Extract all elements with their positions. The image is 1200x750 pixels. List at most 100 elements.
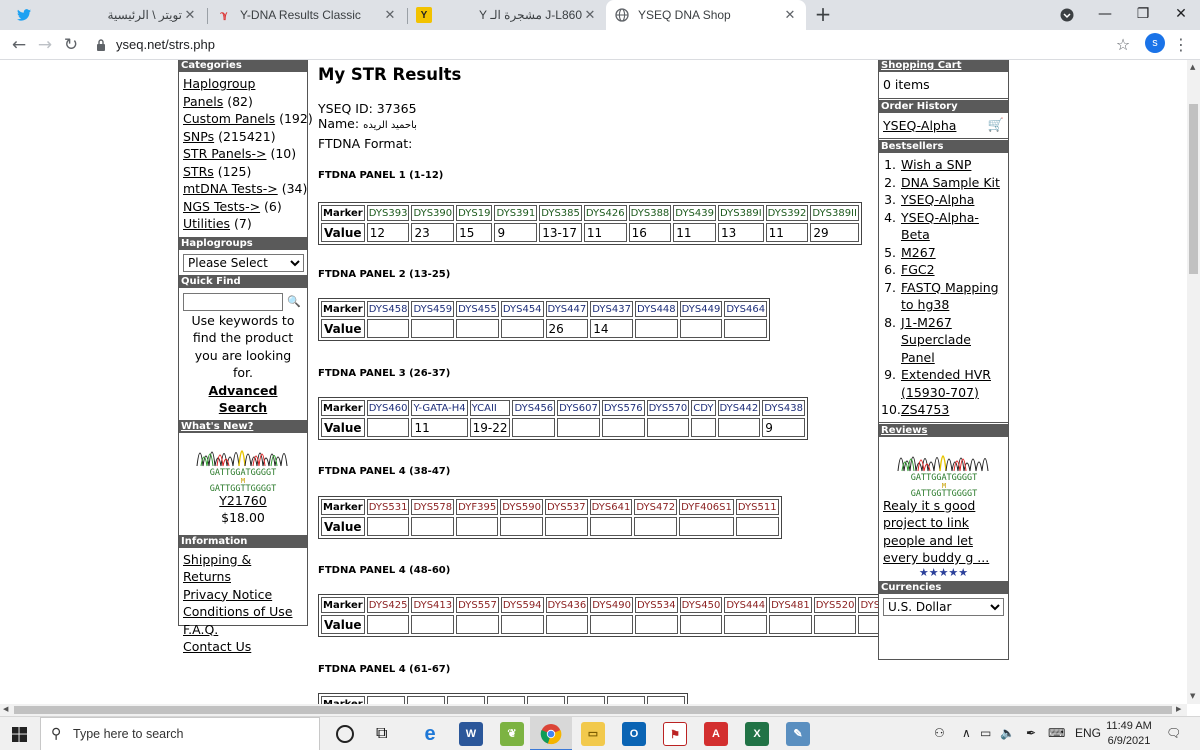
close-tab-icon[interactable]: ✕	[782, 7, 798, 23]
review-dna-image[interactable]: GATTGGATGGGGT M GATTGGTTGGGGT	[896, 441, 992, 497]
scroll-down-arrow-icon[interactable]: ▼	[1190, 692, 1195, 700]
word-icon[interactable]: W	[459, 722, 483, 746]
vertical-scroll-thumb[interactable]	[1189, 104, 1198, 274]
lock-icon[interactable]	[96, 39, 106, 51]
menu-dots-icon[interactable]: ⋮	[1170, 34, 1192, 56]
new-tab-plus-icon[interactable]: +	[812, 4, 834, 26]
close-tab-icon[interactable]: ✕	[182, 7, 198, 23]
minimize-icon[interactable]: —	[1086, 0, 1124, 30]
tab-yseq-shop[interactable]: YSEQ DNA Shop ✕	[606, 0, 806, 30]
taskbar-clock[interactable]: 11:49 AM 6/9/2021	[1098, 719, 1160, 749]
excel-icon[interactable]: X	[745, 722, 769, 746]
bookmark-star-icon[interactable]: ☆	[1112, 34, 1134, 56]
whats-new-product-link[interactable]: Y21760	[183, 492, 303, 510]
category-item[interactable]: Haplogroup	[183, 75, 303, 93]
review-text-link[interactable]: Realy it s good project to link people a…	[883, 497, 1004, 567]
bestseller-item[interactable]: 6. FGC2	[881, 261, 1004, 279]
network-icon[interactable]: ▭	[980, 726, 991, 740]
info-link-faq[interactable]: F.A.Q.	[183, 621, 303, 639]
notifications-icon[interactable]: 🗨	[1166, 726, 1181, 740]
category-item[interactable]: Utilities (7)	[183, 215, 303, 233]
order-history-item[interactable]: YSEQ-Alpha	[883, 117, 956, 135]
bestseller-link[interactable]: Extended HVR (15930-707)	[901, 366, 1004, 401]
horizontal-scroll-thumb[interactable]	[14, 706, 1172, 714]
app-note-icon[interactable]: ✎	[786, 722, 810, 746]
tab-twitter[interactable]: تويتر \ الرئيسية ✕	[8, 0, 206, 30]
app-leaf-icon[interactable]: ❦	[500, 722, 524, 746]
horizontal-scrollbar[interactable]: ◀ ▶	[0, 704, 1187, 716]
category-item[interactable]: SNPs (215421)	[183, 128, 303, 146]
bestseller-item[interactable]: 10. ZS4753	[881, 401, 1004, 419]
haplogroup-select[interactable]: Please Select	[183, 253, 304, 272]
outlook-icon[interactable]: O	[622, 722, 646, 746]
show-hidden-icons-chevron-up-icon[interactable]: ∧	[962, 726, 971, 740]
category-item[interactable]: Custom Panels (192)	[183, 110, 313, 128]
info-link-shipping[interactable]: Shipping & Returns	[183, 551, 303, 586]
quickfind-input[interactable]	[183, 292, 283, 311]
edge-icon[interactable]: e	[418, 722, 442, 746]
bestseller-link[interactable]: Wish a SNP	[901, 156, 971, 174]
bestseller-link[interactable]: ZS4753	[901, 401, 949, 419]
close-window-icon[interactable]: ✕	[1162, 0, 1200, 30]
reviews-header[interactable]: Reviews	[879, 423, 1008, 437]
bestseller-link[interactable]: YSEQ-Alpha-Beta	[901, 209, 1004, 244]
category-item[interactable]: STR Panels-> (10)	[183, 145, 303, 163]
bestseller-item[interactable]: 8. J1-M267 Superclade Panel	[881, 314, 1004, 367]
profile-avatar[interactable]: s	[1145, 33, 1165, 53]
tab-ydna-results[interactable]: ℽ Y-DNA Results Classic ✕	[208, 0, 406, 30]
back-icon[interactable]: ←	[8, 34, 30, 56]
bestseller-item[interactable]: 5. M267	[881, 244, 1004, 262]
scroll-right-arrow-icon[interactable]: ▶	[1176, 705, 1181, 713]
category-item[interactable]: mtDNA Tests-> (34)	[183, 180, 307, 198]
marker-cell: DYS454	[500, 301, 544, 317]
category-item[interactable]: NGS Tests-> (6)	[183, 198, 303, 216]
address-bar[interactable]: yseq.net/strs.php	[116, 35, 215, 55]
bestseller-link[interactable]: DNA Sample Kit	[901, 174, 1000, 192]
info-link-conditions[interactable]: Conditions of Use	[183, 603, 303, 621]
dna-chromatogram-image[interactable]: GATTGGATGGGGT M GATTGGTTGGGGT	[195, 436, 291, 492]
bestseller-link[interactable]: J1-M267 Superclade Panel	[901, 314, 1004, 367]
taskbar-search-box[interactable]: ⚲ Type here to search	[40, 717, 320, 750]
category-item[interactable]: Panels (82)	[183, 93, 303, 111]
reorder-icon[interactable]: 🛒	[988, 117, 1004, 135]
pdf-reader-icon[interactable]: A	[704, 722, 728, 746]
bestseller-item[interactable]: 4. YSEQ-Alpha-Beta	[881, 209, 1004, 244]
cart-header[interactable]: Shopping Cart	[879, 60, 1008, 72]
volume-icon[interactable]: 🔈	[1000, 726, 1015, 740]
scroll-left-arrow-icon[interactable]: ◀	[3, 705, 8, 713]
scroll-up-arrow-icon[interactable]: ▲	[1190, 63, 1195, 71]
windows-start-icon[interactable]	[12, 727, 27, 746]
keyboard-icon[interactable]: ⌨	[1048, 726, 1065, 740]
advanced-search-link[interactable]: Advanced Search	[183, 382, 303, 417]
reload-icon[interactable]: ↻	[60, 34, 82, 56]
tab-yfull-tree[interactable]: Y J-L860 مشجرة الـ Y ✕	[408, 0, 606, 30]
pen-icon[interactable]: ✒	[1026, 726, 1036, 740]
app-flag-icon[interactable]: ⚑	[663, 722, 687, 746]
cortana-icon[interactable]	[336, 725, 354, 743]
restore-icon[interactable]: ❐	[1124, 0, 1162, 30]
bestseller-item[interactable]: 2. DNA Sample Kit	[881, 174, 1004, 192]
task-view-icon[interactable]: ⧉	[376, 723, 387, 743]
people-icon[interactable]: ⚇	[934, 726, 945, 740]
file-explorer-icon[interactable]: ▭	[581, 722, 605, 746]
bestseller-item[interactable]: 3. YSEQ-Alpha	[881, 191, 1004, 209]
info-link-privacy[interactable]: Privacy Notice	[183, 586, 303, 604]
forward-icon[interactable]: →	[34, 34, 56, 56]
search-icon[interactable]: 🔍	[287, 293, 301, 311]
bestseller-item[interactable]: 7. FASTQ Mapping to hg38	[881, 279, 1004, 314]
category-item[interactable]: STRs (125)	[183, 163, 303, 181]
bestseller-link[interactable]: M267	[901, 244, 936, 262]
bestseller-item[interactable]: 9. Extended HVR (15930-707)	[881, 366, 1004, 401]
currency-select[interactable]: U.S. Dollar	[883, 597, 1004, 616]
close-tab-icon[interactable]: ✕	[382, 7, 398, 23]
chrome-taskbar-active[interactable]	[530, 717, 572, 750]
bestseller-item[interactable]: 1. Wish a SNP	[881, 156, 1004, 174]
close-tab-icon[interactable]: ✕	[582, 7, 598, 23]
tab-search-icon[interactable]	[1048, 0, 1086, 30]
whats-new-header[interactable]: What's New?	[179, 419, 307, 433]
vertical-scrollbar[interactable]: ▲ ▼	[1187, 60, 1200, 704]
info-link-contact[interactable]: Contact Us	[183, 638, 303, 656]
bestseller-link[interactable]: YSEQ-Alpha	[901, 191, 974, 209]
bestseller-link[interactable]: FGC2	[901, 261, 935, 279]
bestseller-link[interactable]: FASTQ Mapping to hg38	[901, 279, 1004, 314]
